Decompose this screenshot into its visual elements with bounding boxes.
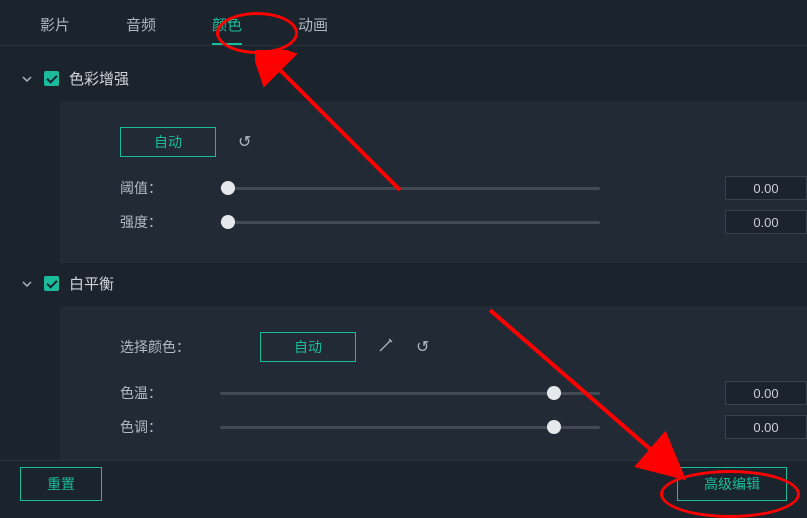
advanced-edit-button[interactable]: 高级编辑 bbox=[677, 467, 787, 501]
footer-bar: 重置 高级编辑 bbox=[0, 460, 807, 506]
label-temperature: 色温： bbox=[120, 383, 220, 403]
tab-movie[interactable]: 影片 bbox=[40, 14, 70, 45]
eyedropper-icon[interactable] bbox=[378, 337, 394, 357]
section-title-color-enhance: 色彩增强 bbox=[69, 68, 129, 89]
label-pick-color: 选择颜色： bbox=[120, 337, 260, 357]
row-tint: 色调： 0.00 ▲ ▼ bbox=[120, 410, 807, 444]
section-white-balance: 白平衡 选择颜色： 自动 ↺ 色温： 0.00 ▲ ▼ 色调： bbox=[0, 263, 807, 468]
row-temperature: 色温： 0.00 ▲ ▼ bbox=[120, 376, 807, 410]
label-tint: 色调： bbox=[120, 417, 220, 437]
auto-button-color-enhance[interactable]: 自动 bbox=[120, 127, 216, 157]
slider-threshold[interactable] bbox=[220, 187, 600, 190]
value-tint[interactable]: 0.00 bbox=[725, 415, 807, 439]
tabs-bar: 影片 音频 颜色 动画 bbox=[0, 0, 807, 46]
section-title-white-balance: 白平衡 bbox=[69, 273, 114, 294]
label-strength: 强度： bbox=[120, 212, 220, 232]
tab-animation[interactable]: 动画 bbox=[298, 14, 328, 45]
tab-audio[interactable]: 音频 bbox=[126, 14, 156, 45]
chevron-down-icon bbox=[20, 277, 34, 291]
value-temperature[interactable]: 0.00 bbox=[725, 381, 807, 405]
checkbox-color-enhance[interactable] bbox=[44, 71, 59, 86]
slider-tint[interactable] bbox=[220, 426, 600, 429]
section-color-enhance: 色彩增强 自动 ↺ 阈值： 0.00 ▲ ▼ 强度： 0.00 ▲ bbox=[0, 46, 807, 263]
slider-thumb-temperature[interactable] bbox=[547, 386, 561, 400]
auto-button-white-balance[interactable]: 自动 bbox=[260, 332, 356, 362]
slider-strength[interactable] bbox=[220, 221, 600, 224]
panel-white-balance: 选择颜色： 自动 ↺ 色温： 0.00 ▲ ▼ 色调： 0.00 bbox=[60, 306, 807, 468]
reset-icon[interactable]: ↺ bbox=[416, 337, 429, 357]
chevron-down-icon bbox=[20, 72, 34, 86]
panel-color-enhance: 自动 ↺ 阈值： 0.00 ▲ ▼ 强度： 0.00 ▲ ▼ bbox=[60, 101, 807, 263]
row-strength: 强度： 0.00 ▲ ▼ bbox=[120, 205, 807, 239]
slider-thumb-threshold[interactable] bbox=[221, 181, 235, 195]
slider-thumb-strength[interactable] bbox=[221, 215, 235, 229]
slider-temperature[interactable] bbox=[220, 392, 600, 395]
checkbox-white-balance[interactable] bbox=[44, 276, 59, 291]
value-threshold[interactable]: 0.00 bbox=[725, 176, 807, 200]
reset-icon[interactable]: ↺ bbox=[238, 132, 251, 152]
section-header-color-enhance[interactable]: 色彩增强 bbox=[20, 68, 807, 101]
tab-color[interactable]: 颜色 bbox=[212, 14, 242, 45]
reset-button[interactable]: 重置 bbox=[20, 467, 102, 501]
row-threshold: 阈值： 0.00 ▲ ▼ bbox=[120, 171, 807, 205]
value-strength[interactable]: 0.00 bbox=[725, 210, 807, 234]
slider-thumb-tint[interactable] bbox=[547, 420, 561, 434]
section-header-white-balance[interactable]: 白平衡 bbox=[20, 273, 807, 306]
label-threshold: 阈值： bbox=[120, 178, 220, 198]
